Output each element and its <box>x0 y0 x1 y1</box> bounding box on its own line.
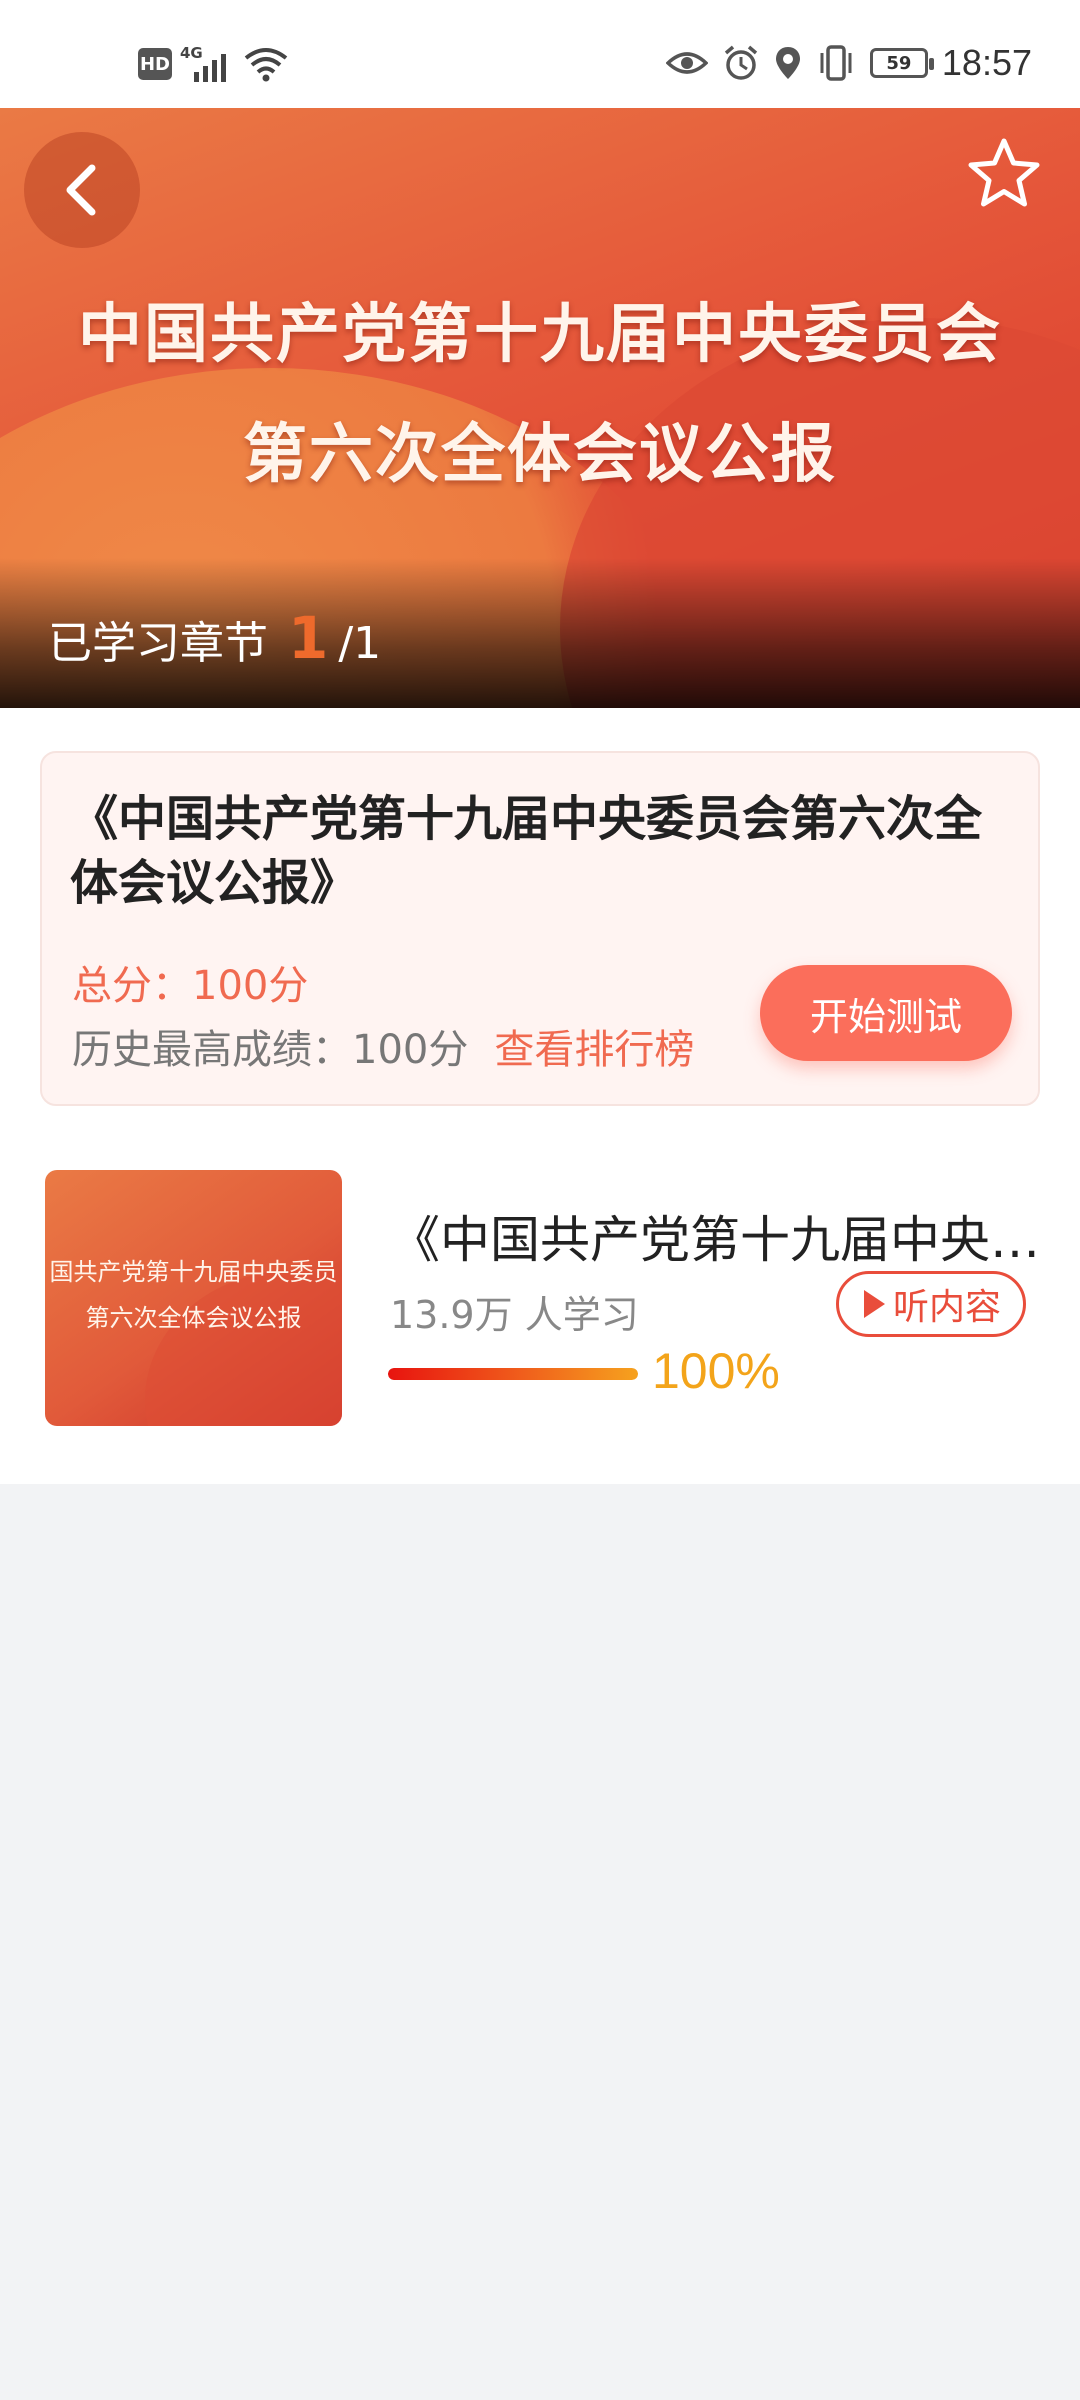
quiz-title: 《中国共产党第十九届中央委员会第六次全体会议公报》 <box>70 791 983 911</box>
hero-title-line2: 第六次全体会议公报 <box>243 417 837 492</box>
course-list-item[interactable]: 国共产党第十九届中央委员 第六次全体会议公报 《中国共产党第十九届中央委员会第六… <box>45 1170 1080 1426</box>
status-time: 18:57 <box>941 42 1032 83</box>
view-ranking-link[interactable]: 查看排行榜 <box>494 1017 694 1075</box>
status-right-icons: 59 18:57 <box>665 42 1032 84</box>
hero-title-line1: 中国共产党第十九届中央委员会 <box>78 297 1002 372</box>
chapter-progress-done: 1 <box>288 604 329 672</box>
chapter-progress-label: 已学习章节 <box>48 618 268 669</box>
favorite-button[interactable] <box>964 134 1044 214</box>
listen-content-label: 听内容 <box>892 1287 1001 1328</box>
listen-content-button[interactable]: 听内容 <box>836 1271 1026 1337</box>
play-icon <box>863 1290 885 1318</box>
star-icon <box>968 138 1040 207</box>
chevron-left-icon <box>66 164 96 216</box>
wifi-icon <box>244 48 288 82</box>
content-area: 《中国共产党第十九届中央委员会第六次全体会议公报》 总分：100分 历史最高成绩… <box>0 708 1080 1484</box>
learner-count: 13.9万 人学习 <box>390 1293 639 1337</box>
quiz-total-score: 总分：100分 <box>72 963 309 1009</box>
back-button[interactable] <box>24 132 140 248</box>
study-progress-bar <box>388 1368 638 1380</box>
course-thumbnail: 国共产党第十九届中央委员 第六次全体会议公报 <box>45 1170 342 1426</box>
hero-banner: 中国共产党第十九届中央委员会 第六次全体会议公报 已学习章节 1 /1 <box>0 108 1080 708</box>
quiz-best-score-row: 历史最高成绩：100分 查看排行榜 <box>72 1017 694 1075</box>
quiz-best-score: 历史最高成绩：100分 <box>72 1027 469 1073</box>
status-left-icons: HD 4G <box>138 44 288 84</box>
thumbnail-title-line1: 国共产党第十九届中央委员 <box>49 1258 338 1286</box>
battery-icon: 59 <box>869 48 934 78</box>
chapter-progress-total: /1 <box>338 618 382 669</box>
vibrate-icon <box>820 45 852 81</box>
start-test-button[interactable]: 开始测试 <box>760 965 1012 1061</box>
thumbnail-title-line2: 第六次全体会议公报 <box>85 1304 302 1332</box>
study-progress-percent: 100% <box>652 1343 780 1399</box>
alarm-icon <box>724 45 758 80</box>
status-bar: HD 4G 59 18:57 <box>0 0 1080 108</box>
study-progress-fill <box>388 1368 638 1380</box>
eye-icon <box>665 52 708 74</box>
course-title: 《中国共产党第十九届中央委员会第六次全体会议公报》 <box>390 1211 1080 1269</box>
signal-icon: 4G <box>180 44 236 84</box>
chapter-progress: 已学习章节 1 /1 <box>48 604 381 672</box>
quiz-card: 《中国共产党第十九届中央委员会第六次全体会议公报》 总分：100分 历史最高成绩… <box>40 751 1040 1106</box>
location-icon <box>775 47 800 79</box>
hd-icon: HD <box>138 48 172 80</box>
